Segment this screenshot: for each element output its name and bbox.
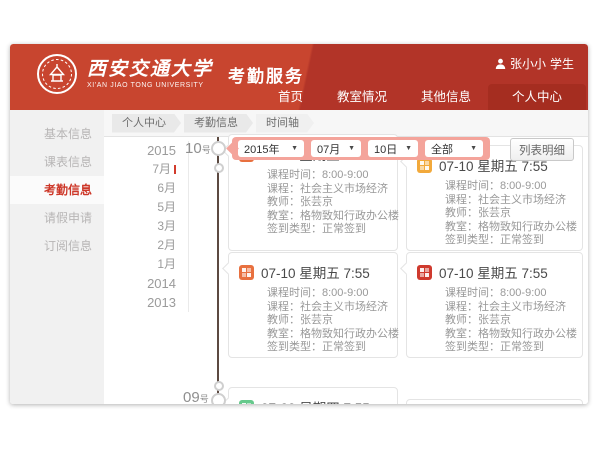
timeline-node-day10 [211, 141, 226, 156]
day-label-10: 10号 [185, 140, 211, 158]
breadcrumb-timeline[interactable]: 时间轴 [256, 114, 314, 133]
nav-home[interactable]: 首页 [261, 84, 320, 110]
rail-year-2013[interactable]: 2013 [104, 293, 176, 312]
status-calendar-icon [239, 400, 254, 405]
user-info[interactable]: 张小小 学生 [495, 55, 574, 72]
rail-month-jan[interactable]: 1月 [104, 255, 176, 274]
nav-personal-center-active[interactable]: 个人中心 [488, 84, 586, 110]
rail-year-2015[interactable]: 2015 [104, 141, 176, 160]
attendance-card[interactable]: 07-10 星期五 7:55 课程时间：8:00-9:00 课程：社会主义市场经… [228, 252, 398, 358]
user-name: 张小小 [510, 55, 546, 72]
dropdown-caret-icon: ▼ [470, 145, 477, 152]
dropdown-caret-icon: ▼ [291, 145, 298, 152]
year-month-rail: 2015 7月 6月 5月 3月 2月 1月 2014 2013 [104, 141, 189, 312]
app-header: 西安交通大学 XI'AN JIAO TONG UNIVERSITY 考勤服务 张… [10, 44, 588, 110]
card-date: 07-09 星期四 7:55 [261, 397, 370, 404]
attendance-card-partial[interactable] [406, 399, 583, 404]
breadcrumb-attendance[interactable]: 考勤信息 [184, 114, 253, 133]
university-seal-icon [36, 53, 78, 95]
sidebar-item-attendance-active[interactable]: 考勤信息 [10, 176, 104, 204]
sidebar-item-timetable[interactable]: 课表信息 [10, 148, 104, 176]
day-label-09: 09号 [183, 389, 209, 404]
timeline-node-day09 [211, 393, 226, 404]
card-header: 07-09 星期四 7:55 [229, 388, 397, 404]
rail-month-mar[interactable]: 3月 [104, 217, 176, 236]
page-title: 考勤服务 [228, 62, 304, 87]
timeline-node-small-top [214, 163, 224, 173]
card-fields: 课程时间：8:00-9:00 课程：社会主义市场经济 教师：张芸京 教室：格物致… [445, 180, 582, 248]
status-calendar-icon [417, 265, 432, 280]
breadcrumb-personal-center[interactable]: 个人中心 [112, 114, 181, 133]
card-date: 07-10 星期五 7:55 [261, 262, 370, 282]
sidebar: 基本信息 课表信息 考勤信息 请假申请 订阅信息 [10, 110, 104, 404]
sidebar-item-subscription[interactable]: 订阅信息 [10, 232, 104, 260]
university-name: 西安交通大学 XI'AN JIAO TONG UNIVERSITY [87, 60, 213, 89]
breadcrumb: 个人中心 考勤信息 时间轴 [104, 110, 588, 137]
sidebar-item-leave-request[interactable]: 请假申请 [10, 204, 104, 232]
main-nav: 首页 教室情况 其他信息 个人中心 [261, 84, 586, 110]
month-select[interactable]: 07月▼ [311, 140, 361, 157]
dropdown-caret-icon: ▼ [405, 145, 412, 152]
dropdown-caret-icon: ▼ [348, 145, 355, 152]
status-calendar-icon [239, 265, 254, 280]
rail-month-may[interactable]: 5月 [104, 198, 176, 217]
year-select[interactable]: 2015年▼ [238, 140, 304, 157]
page: 西安交通大学 XI'AN JIAO TONG UNIVERSITY 考勤服务 张… [0, 0, 600, 450]
nav-classrooms[interactable]: 教室情况 [320, 84, 404, 110]
day-select[interactable]: 10日▼ [368, 140, 418, 157]
app-window: 西安交通大学 XI'AN JIAO TONG UNIVERSITY 考勤服务 张… [10, 44, 588, 404]
rail-month-jul-active[interactable]: 7月 [104, 160, 176, 179]
card-date: 07-10 星期五 7:55 [439, 262, 548, 282]
user-icon [495, 58, 506, 69]
list-detail-button[interactable]: 列表明细 [510, 138, 574, 161]
card-header: 07-10 星期五 7:55 [229, 253, 397, 282]
card-fields: 课程时间：8:00-9:00 课程：社会主义市场经济 教师：张芸京 教室：格物致… [445, 287, 582, 355]
card-header: 07-10 星期五 7:55 [407, 253, 582, 282]
timeline-node-small-bottom [214, 381, 224, 391]
user-role: 学生 [550, 55, 574, 72]
attendance-card[interactable]: 07-09 星期四 7:55 [228, 387, 398, 404]
university-name-en: XI'AN JIAO TONG UNIVERSITY [87, 82, 213, 89]
card-fields: 课程时间：8:00-9:00 课程：社会主义市场经济 教师：张芸京 教室：格物致… [267, 169, 397, 237]
nav-other-info[interactable]: 其他信息 [404, 84, 488, 110]
content-area: 个人中心 考勤信息 时间轴 2015 7月 6月 5月 3月 2月 1月 201… [104, 110, 588, 404]
type-select[interactable]: 全部▼ [425, 140, 483, 157]
sidebar-item-basic-info[interactable]: 基本信息 [10, 120, 104, 148]
filter-bar: 2015年▼ 07月▼ 10日▼ 全部▼ [232, 137, 490, 160]
university-name-zh: 西安交通大学 [87, 60, 213, 79]
rail-year-2014[interactable]: 2014 [104, 274, 176, 293]
rail-month-jun[interactable]: 6月 [104, 179, 176, 198]
rail-month-feb[interactable]: 2月 [104, 236, 176, 255]
timeline-spine [217, 137, 219, 404]
attendance-card[interactable]: 07-10 星期五 7:55 课程时间：8:00-9:00 课程：社会主义市场经… [406, 252, 583, 358]
card-fields: 课程时间：8:00-9:00 课程：社会主义市场经济 教师：张芸京 教室：格物致… [267, 287, 397, 355]
